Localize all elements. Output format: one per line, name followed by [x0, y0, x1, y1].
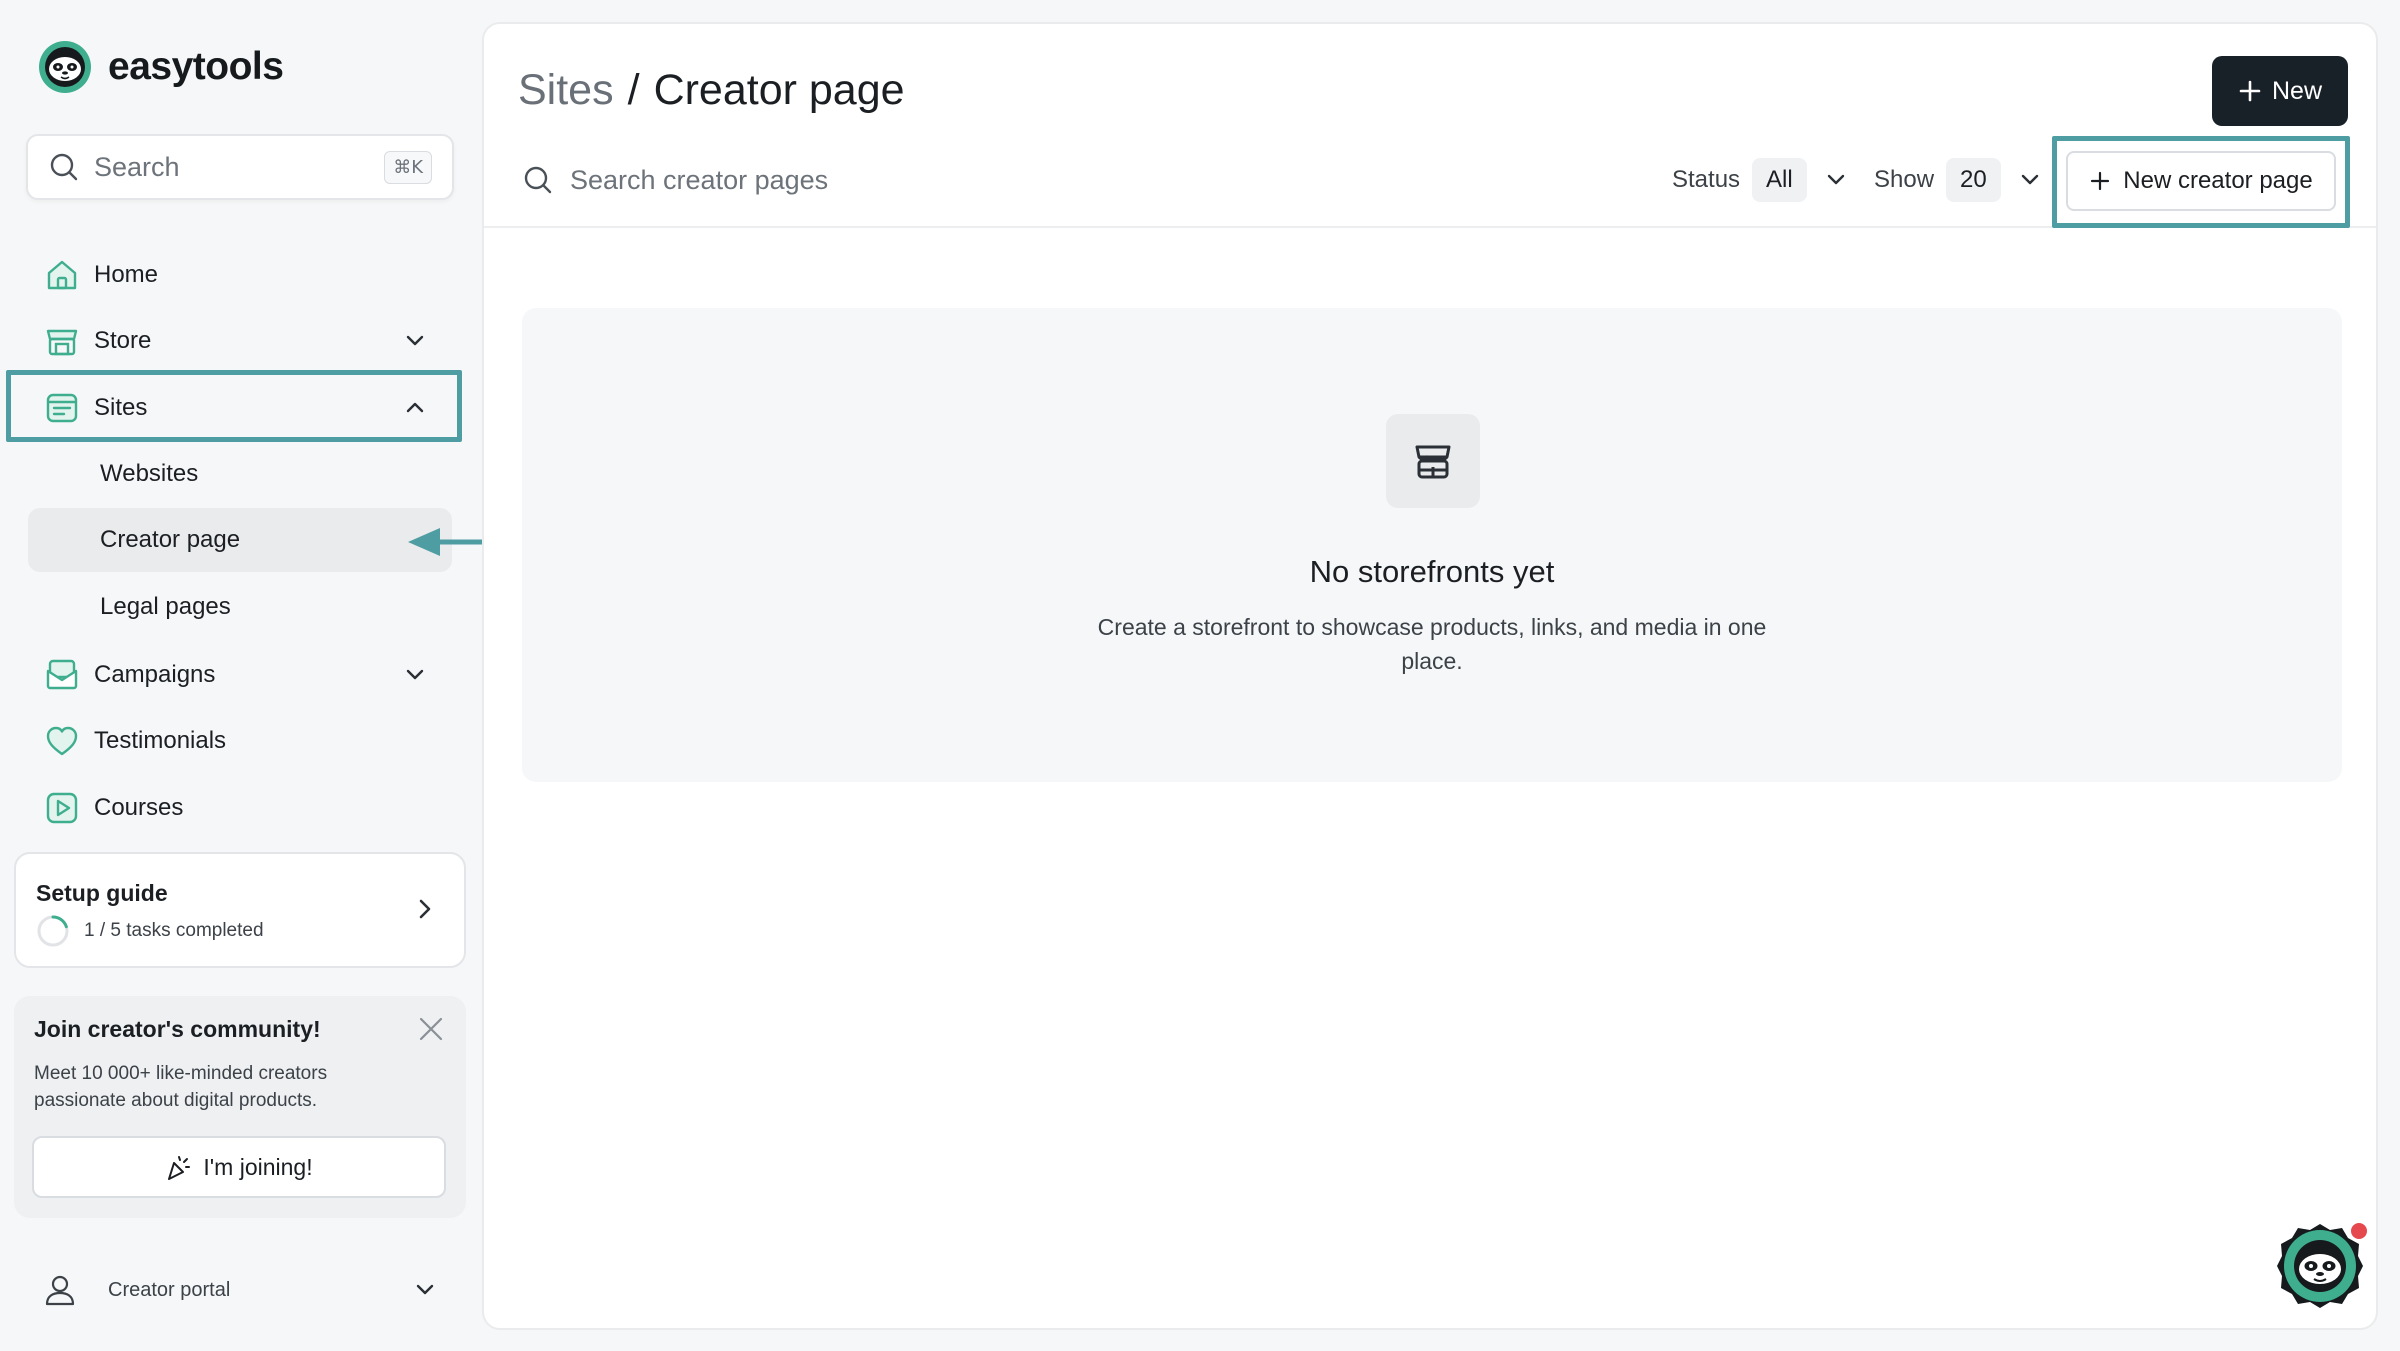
breadcrumb-parent[interactable]: Sites [518, 66, 614, 115]
sidebar-item-label: Sites [94, 394, 148, 421]
search-shortcut-badge: ⌘K [384, 150, 432, 184]
chevron-down-icon [406, 335, 424, 346]
home-icon [47, 260, 77, 290]
sidebar-subitem-label: Creator page [100, 526, 241, 553]
setup-guide-progress: 1 / 5 tasks completed [36, 914, 264, 948]
sidebar-item-testimonials[interactable]: Testimonials [28, 710, 452, 772]
sidebar: easytools Search ⌘K Home Store Sites Web… [0, 0, 620, 1351]
sidebar-item-store[interactable]: Store [28, 310, 452, 372]
plus-icon [2239, 80, 2261, 102]
setup-guide-progress-text: 1 / 5 tasks completed [84, 920, 264, 941]
creator-portal-switcher[interactable]: Creator portal [26, 1258, 454, 1322]
chevron-down-icon [416, 1284, 434, 1295]
brand[interactable]: easytools [38, 40, 284, 94]
page-size-label: Show [1874, 166, 1935, 193]
brand-name: easytools [108, 45, 284, 88]
new-button[interactable]: New [2212, 56, 2348, 126]
celebration-icon [168, 1156, 191, 1180]
join-community-button[interactable]: I'm joining! [32, 1136, 446, 1198]
sidebar-subitem-websites[interactable]: Websites [28, 442, 452, 506]
sidebar-search-input[interactable]: Search ⌘K [26, 134, 454, 200]
list-toolbar: Search creator pages Status All Show 20 … [484, 132, 2376, 228]
page-size-value: 20 [1946, 158, 2001, 202]
new-creator-page-label: New creator page [2123, 167, 2313, 194]
sidebar-subitem-legal-pages[interactable]: Legal pages [28, 575, 452, 639]
chevron-down-icon [2021, 174, 2038, 185]
progress-ring-icon [37, 915, 69, 947]
chevron-up-icon [406, 402, 424, 413]
sidebar-item-courses[interactable]: Courses [28, 777, 452, 839]
sidebar-item-campaigns[interactable]: Campaigns [28, 644, 452, 706]
community-card: Join creator's community! Meet 10 000+ l… [14, 996, 466, 1218]
search-icon [50, 153, 78, 181]
main-panel: Sites / Creator page New Search creator … [482, 22, 2378, 1330]
plus-icon [2091, 171, 2110, 191]
campaigns-icon [46, 659, 78, 690]
empty-state-description: Create a storefront to showcase products… [1097, 614, 1767, 674]
play-icon [46, 792, 78, 824]
sidebar-item-home[interactable]: Home [28, 244, 452, 306]
page-size-select[interactable]: Show 20 [1874, 132, 2043, 228]
sites-icon [46, 393, 78, 423]
page-title: Creator page [653, 66, 905, 114]
sidebar-item-label: Store [94, 327, 152, 354]
search-icon [524, 166, 552, 194]
setup-guide-card[interactable]: Setup guide 1 / 5 tasks completed [14, 852, 466, 968]
heart-icon [46, 726, 78, 756]
sidebar-subitem-label: Websites [100, 460, 199, 487]
sidebar-item-label: Testimonials [94, 727, 227, 754]
search-placeholder: Search creator pages [570, 164, 829, 195]
empty-state: No storefronts yet Create a storefront t… [522, 308, 2342, 782]
sidebar-item-label: Courses [94, 794, 184, 821]
chevron-down-icon [1827, 174, 1844, 185]
empty-state-title: No storefronts yet [1309, 554, 1555, 589]
sloth-logo-icon [39, 41, 91, 93]
join-button-label: I'm joining! [203, 1153, 313, 1180]
setup-guide-title: Setup guide [36, 880, 168, 906]
breadcrumb-separator: / [627, 66, 640, 114]
empty-state-icon-wrap [1386, 414, 1480, 508]
new-button-label: New [2271, 76, 2322, 105]
notification-badge [2348, 1220, 2370, 1242]
sidebar-subitem-creator-page[interactable]: Creator page [28, 508, 452, 572]
sidebar-item-sites[interactable]: Sites [28, 377, 452, 439]
new-creator-page-button[interactable]: New creator page [2066, 151, 2336, 211]
creator-portal-label: Creator portal [108, 1278, 231, 1301]
status-filter-value: All [1752, 158, 1807, 202]
breadcrumb: Sites / Creator page [518, 66, 905, 115]
sidebar-item-label: Home [94, 261, 159, 288]
sidebar-item-label: Campaigns [94, 661, 216, 688]
sidebar-subitem-label: Legal pages [100, 593, 231, 620]
creator-pages-search-input[interactable]: Search creator pages [522, 132, 828, 228]
storefront-icon [1415, 445, 1451, 479]
chevron-down-icon [406, 669, 424, 680]
status-filter[interactable]: Status All [1672, 132, 1849, 228]
community-title: Join creator's community! [34, 1016, 321, 1042]
community-description: Meet 10 000+ like-minded creators passio… [34, 1063, 328, 1111]
close-icon[interactable] [416, 1014, 446, 1044]
chevron-right-icon [419, 899, 431, 919]
store-icon [46, 329, 78, 356]
search-placeholder: Search [94, 151, 180, 182]
status-filter-label: Status [1672, 166, 1741, 193]
user-icon [45, 1275, 75, 1306]
